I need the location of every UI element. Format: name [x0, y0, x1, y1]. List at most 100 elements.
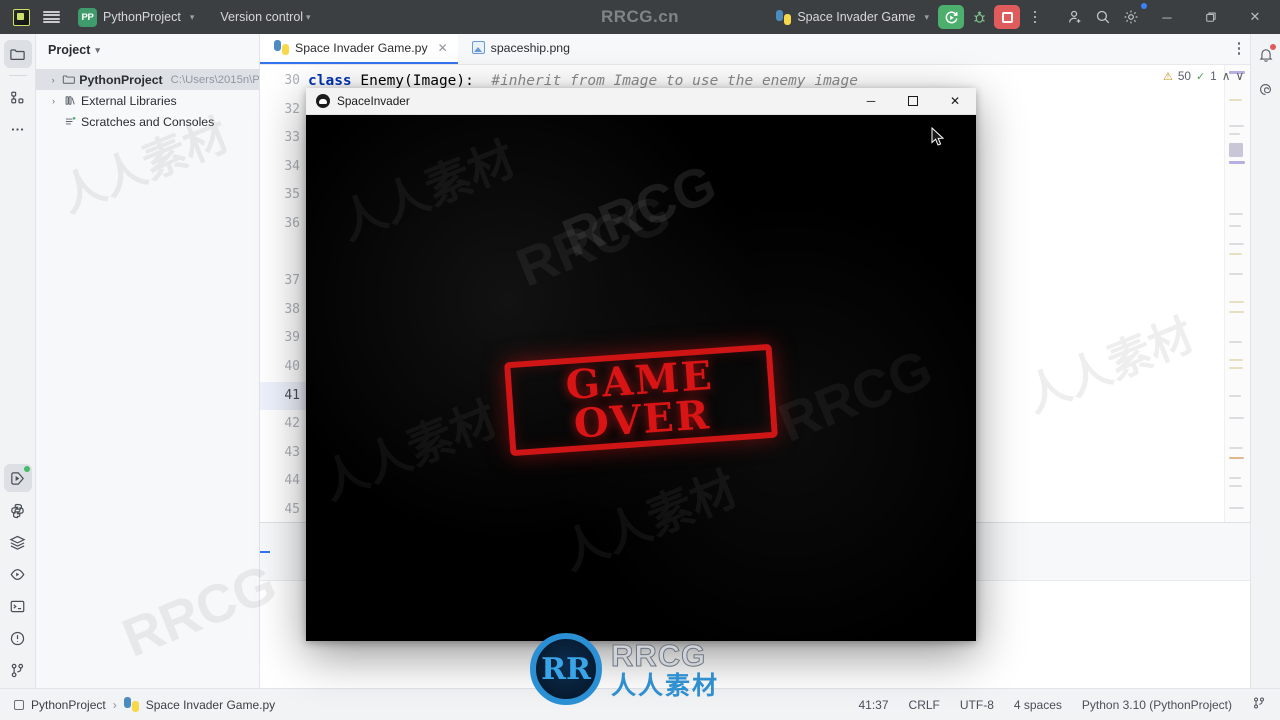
more-vertical-icon[interactable]	[1237, 42, 1240, 55]
tree-item-scratches-and-consoles[interactable]: Scratches and Consoles	[36, 111, 259, 132]
line-number-current: 41	[260, 381, 308, 411]
sidebar-item-project[interactable]	[3, 40, 32, 68]
sidebar-item-structure[interactable]	[4, 83, 32, 111]
tab-spaceship-png[interactable]: spaceship.png	[458, 33, 580, 64]
project-panel-header[interactable]: Project ▾	[36, 34, 259, 66]
rerun-button[interactable]	[938, 5, 964, 29]
sidebar-item-version-control[interactable]	[4, 656, 32, 684]
sidebar-item-debug[interactable]	[4, 560, 32, 588]
module-icon	[14, 699, 24, 710]
game-maximize-button[interactable]	[892, 88, 934, 115]
code-classname: Enemy(Image):	[351, 73, 474, 89]
line-number: 38	[284, 301, 300, 317]
tab-space-invader-game-py[interactable]: Space Invader Game.py ✕	[260, 33, 458, 64]
game-window-title: SpaceInvader	[337, 94, 410, 108]
code-comment: #inherit from Image to use the enemy ima…	[473, 73, 858, 89]
indent-setting[interactable]: 4 spaces	[1014, 698, 1062, 712]
tree-item-label: External Libraries	[81, 93, 177, 108]
caret-position[interactable]: 41:37	[859, 698, 889, 712]
project-badge: PP	[78, 7, 97, 27]
add-user-icon[interactable]	[1062, 5, 1088, 29]
line-number: 35	[284, 187, 300, 203]
tree-item-pythonproject[interactable]: › PythonProject C:\Users\2015n\Py	[36, 69, 259, 90]
pycharm-logo-icon[interactable]	[6, 2, 36, 32]
line-number: 45	[284, 501, 300, 517]
file-encoding[interactable]: UTF-8	[960, 698, 994, 712]
project-panel-title: Project	[48, 43, 91, 57]
tree-item-label: Scratches and Consoles	[81, 114, 215, 129]
rrcg-logo-text-block: RRCG 人人素材	[610, 640, 719, 699]
line-number: 37	[284, 273, 300, 289]
git-branch-icon[interactable]	[1252, 696, 1266, 713]
line-number: 34	[284, 158, 300, 174]
gear-icon[interactable]	[1118, 3, 1147, 29]
project-tree: › PythonProject C:\Users\2015n\Py › Exte…	[36, 66, 259, 132]
spaceinvader-icon	[316, 94, 330, 108]
game-close-button[interactable]: ✕	[934, 88, 976, 115]
debug-button[interactable]	[966, 5, 992, 29]
expand-arrow-icon[interactable]: ›	[48, 96, 59, 106]
window-minimize-button[interactable]: ─	[1146, 0, 1188, 34]
chevron-down-icon: ▾	[924, 11, 929, 22]
window-maximize-button[interactable]	[1190, 0, 1232, 34]
tree-item-external-libraries[interactable]: › External Libraries	[36, 90, 259, 111]
python-file-icon	[274, 40, 289, 55]
chevron-down-icon: ▾	[95, 44, 100, 55]
tab-label: spaceship.png	[490, 40, 570, 55]
pycharm-window: PP PythonProject ▾ Version control ▾ RRC…	[0, 0, 1280, 720]
chevron-down-icon: ▾	[189, 11, 195, 22]
line-number: 33	[284, 130, 300, 146]
sidebar-item-run[interactable]	[3, 464, 32, 492]
scratches-icon	[63, 115, 77, 129]
next-problem-icon[interactable]: ∨	[1235, 69, 1244, 83]
breadcrumb-file[interactable]: Space Invader Game.py	[146, 698, 275, 712]
line-separator[interactable]: CRLF	[909, 698, 940, 712]
project-name-label: PythonProject	[103, 10, 181, 24]
spaceinvader-game-window[interactable]: SpaceInvader ─ ✕ 人人素材 RRCG 人人素材 RRCG 人人素…	[306, 88, 976, 641]
rrcg-logo-watermark: RR RRCG 人人素材	[530, 633, 719, 705]
stop-button[interactable]	[994, 5, 1020, 29]
png-file-icon	[471, 41, 485, 54]
window-close-button[interactable]: ✕	[1234, 0, 1276, 34]
breadcrumb-project[interactable]: PythonProject	[31, 698, 106, 712]
hamburger-menu-icon[interactable]	[36, 2, 66, 32]
search-icon[interactable]	[1090, 5, 1116, 29]
sidebar-item-python-packages[interactable]	[4, 496, 32, 524]
notifications-icon[interactable]	[1253, 42, 1279, 68]
game-window-titlebar[interactable]: SpaceInvader ─ ✕	[306, 88, 976, 115]
status-bar-right: 41:37 CRLF UTF-8 4 spaces Python 3.10 (P…	[859, 696, 1280, 713]
project-selector[interactable]: PP PythonProject ▾	[70, 4, 202, 31]
run-configuration-selector[interactable]: Space Invader Game ▾	[769, 6, 936, 29]
tree-item-path: C:\Users\2015n\Py	[170, 73, 259, 86]
watermark-top-text: RRCG.cn	[600, 7, 680, 26]
prev-problem-icon[interactable]: ∧	[1222, 69, 1231, 83]
sidebar-item-problems[interactable]	[4, 624, 32, 652]
game-window-controls: ─ ✕	[850, 88, 976, 115]
game-over-banner: GAME OVER	[504, 343, 778, 457]
sidebar-item-services[interactable]	[4, 528, 32, 556]
titlebar-right-group: Space Invader Game ▾ ─ ✕	[769, 0, 1280, 34]
inspection-widget[interactable]: ⚠ 50 ✓ 1 ∧ ∨	[1163, 69, 1244, 83]
ai-assistant-icon[interactable]	[1253, 76, 1279, 102]
expand-arrow-icon[interactable]: ›	[48, 75, 58, 85]
version-control-selector[interactable]: Version control ▾	[212, 6, 318, 28]
sidebar-item-more-tools[interactable]	[4, 115, 32, 143]
more-vertical-icon[interactable]	[1022, 5, 1048, 29]
game-canvas[interactable]: 人人素材 RRCG 人人素材 RRCG 人人素材 GAME OVER	[306, 115, 976, 641]
warning-triangle-icon: ⚠	[1162, 70, 1173, 83]
breadcrumb: PythonProject › Space Invader Game.py	[0, 697, 275, 712]
breadcrumb-separator: ›	[112, 697, 117, 712]
sidebar-item-terminal[interactable]	[4, 592, 32, 620]
python-file-icon	[776, 9, 792, 25]
line-number: 43	[284, 444, 300, 460]
left-activity-bar	[0, 34, 36, 688]
close-icon[interactable]: ✕	[438, 41, 448, 55]
tree-item-label: PythonProject	[79, 72, 163, 87]
line-number: 42	[284, 416, 300, 432]
game-minimize-button[interactable]: ─	[850, 88, 892, 115]
line-number: 39	[284, 330, 300, 346]
game-over-line2: OVER	[572, 391, 713, 448]
python-interpreter[interactable]: Python 3.10 (PythonProject)	[1082, 698, 1232, 712]
rrcg-logo-mark: RR	[530, 633, 602, 705]
run-configuration-label: Space Invader Game	[797, 10, 916, 24]
